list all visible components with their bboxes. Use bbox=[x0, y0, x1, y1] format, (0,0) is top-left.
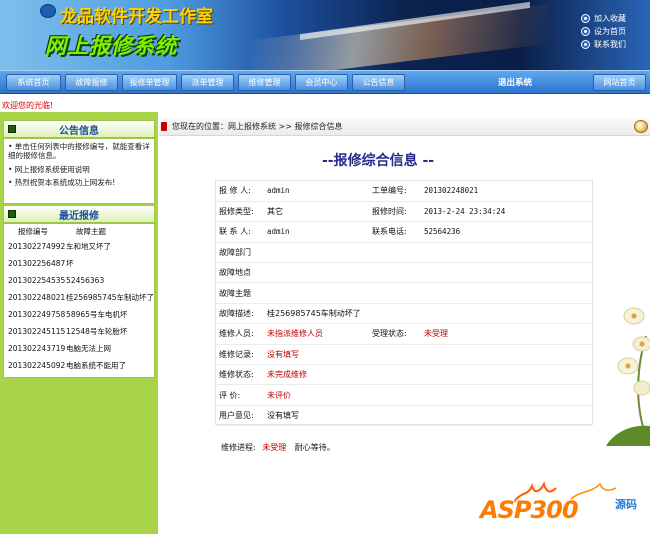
field-label: 维修状态: bbox=[216, 364, 267, 386]
recent-row[interactable]: 201302274992 车和地又坏了 bbox=[4, 238, 154, 255]
field-label: 故障部门 bbox=[216, 242, 267, 264]
recent-list: 报修编号 故障主题 201302274992 车和地又坏了 20130225648… bbox=[3, 223, 155, 378]
field-label: 维修人员: bbox=[216, 323, 267, 345]
field-label: 受理状态: bbox=[372, 323, 424, 345]
field-label: 用户意见: bbox=[216, 405, 267, 427]
subject-value bbox=[267, 282, 592, 304]
rating-value: 未评价 bbox=[267, 384, 592, 406]
repair-status-value: 未完成维修 bbox=[267, 364, 592, 386]
contact-us-link[interactable]: 联系我们 bbox=[582, 38, 626, 51]
detail-table: 报 修 人: admin 工单编号: 201302248021 报修类型: 其它… bbox=[216, 181, 592, 427]
header-banner: 龙品软件开发工作室 网上报修系统 加入收藏 设为首页 联系我们 bbox=[0, 0, 650, 70]
column-header: 故障主题 bbox=[76, 226, 107, 236]
field-label: 故障地点 bbox=[216, 262, 267, 284]
bullet-icon bbox=[582, 41, 589, 48]
nav-dispatch-manage[interactable]: 派单管理 bbox=[181, 74, 234, 91]
section-icon bbox=[8, 125, 16, 133]
record-value: 没有填写 bbox=[267, 344, 592, 366]
nav-fault-report[interactable]: 故障报修 bbox=[65, 74, 118, 91]
progress-status: 未受理 bbox=[262, 443, 287, 452]
notice-item[interactable]: • 单击任何列表中的报修编号，就能查看详细的报修信息。 bbox=[8, 142, 152, 160]
set-homepage-link[interactable]: 设为首页 bbox=[582, 25, 626, 38]
sidebar: 公告信息 • 单击任何列表中的报修编号，就能查看详细的报修信息。 • 网上报修系… bbox=[0, 112, 158, 534]
column-header: 报修编号 bbox=[18, 226, 48, 236]
description-value: 桂256985745车制动坏了 bbox=[267, 303, 592, 325]
recent-table: 报修编号 故障主题 201302274992 车和地又坏了 20130225648… bbox=[4, 224, 154, 374]
system-title: 网上报修系统 bbox=[45, 34, 177, 58]
recent-row[interactable]: 201302254535 52456363 bbox=[4, 272, 154, 289]
watermark-text: ASP300 bbox=[480, 496, 579, 524]
watermark: ASP300 源码 bbox=[480, 478, 648, 534]
recent-row[interactable]: 201302256487 坏 bbox=[4, 255, 154, 272]
nav-repair-manage[interactable]: 维修管理 bbox=[238, 74, 291, 91]
section-icon bbox=[8, 210, 16, 218]
type-value: 其它 bbox=[267, 201, 372, 223]
page-title: --报修综合信息 -- bbox=[322, 153, 435, 169]
field-label: 故障主题 bbox=[216, 282, 267, 304]
quicklinks: 加入收藏 设为首页 联系我们 bbox=[582, 12, 626, 51]
welcome-text: 欢迎您的光临! bbox=[2, 101, 54, 110]
recent-row[interactable]: 201302245092 电脑系统不能用了 bbox=[4, 357, 154, 374]
field-label: 联系电话: bbox=[372, 221, 424, 243]
field-label: 报修时间: bbox=[372, 201, 424, 223]
home-icon[interactable] bbox=[634, 120, 648, 133]
add-favorite-link[interactable]: 加入收藏 bbox=[582, 12, 626, 25]
logout-link[interactable]: 退出系统 bbox=[498, 76, 532, 88]
time-value: 2013-2-24 23:34:24 bbox=[424, 201, 592, 223]
reporter-value: admin bbox=[267, 181, 372, 202]
location-pin-icon bbox=[161, 122, 167, 131]
recent-row[interactable]: 201302249758 58965号车电机坏 bbox=[4, 306, 154, 323]
repair-progress: 维修进程: 未受理 耐心等待。 bbox=[221, 442, 335, 453]
field-label: 故障描述: bbox=[216, 303, 267, 325]
notice-list: • 单击任何列表中的报修编号，就能查看详细的报修信息。 • 网上报修系统使用说明… bbox=[3, 138, 155, 204]
recent-row[interactable]: 201302248021 桂256985745车制动坏了 bbox=[4, 289, 154, 306]
recent-row[interactable]: 201302243719 电脑无法上网 bbox=[4, 340, 154, 357]
bullet-icon bbox=[582, 15, 589, 22]
progress-label: 维修进程: bbox=[221, 443, 256, 452]
orchid-decoration bbox=[606, 307, 650, 446]
field-label: 维修记录: bbox=[216, 344, 267, 366]
technician-value: 未指派维修人员 bbox=[267, 323, 372, 345]
notice-item[interactable]: • 热烈祝贺本系统成功上网发布! bbox=[8, 178, 152, 187]
recent-header: 最近报修 bbox=[3, 205, 155, 223]
bullet-icon bbox=[582, 28, 589, 35]
field-label: 工单编号: bbox=[372, 181, 424, 202]
opinion-value: 没有填写 bbox=[267, 405, 592, 427]
watermark-sub: 源码 bbox=[615, 498, 637, 511]
dept-value bbox=[267, 242, 592, 264]
breadcrumb-text: 您现在的位置：网上报修系统 >> 报修综合信息 bbox=[172, 122, 343, 131]
contact-value: admin bbox=[267, 221, 372, 243]
light-trail-decoration bbox=[250, 3, 550, 70]
phone-value: 52564236 bbox=[424, 221, 592, 243]
notice-item[interactable]: • 网上报修系统使用说明 bbox=[8, 165, 152, 174]
field-label: 评 价: bbox=[216, 384, 267, 406]
notice-header: 公告信息 bbox=[3, 120, 155, 138]
progress-note: 耐心等待。 bbox=[294, 443, 335, 452]
field-label: 联 系 人: bbox=[216, 221, 267, 243]
main-nav: 系统首页 故障报修 报修单管理 派单管理 维修管理 会员中心 公告信息 退出系统… bbox=[0, 70, 650, 94]
field-label: 报修类型: bbox=[216, 201, 267, 223]
nav-ticket-manage[interactable]: 报修单管理 bbox=[122, 74, 177, 91]
nav-site-home[interactable]: 网站首页 bbox=[593, 74, 646, 91]
field-label: 报 修 人: bbox=[216, 181, 267, 202]
company-name: 龙品软件开发工作室 bbox=[60, 7, 213, 27]
studio-logo-icon bbox=[40, 4, 56, 18]
accept-status-value: 未受理 bbox=[424, 323, 592, 345]
recent-row[interactable]: 201302245115 12548号车轮胎坏 bbox=[4, 323, 154, 340]
nav-announcements[interactable]: 公告信息 bbox=[352, 74, 405, 91]
nav-member-center[interactable]: 会员中心 bbox=[295, 74, 348, 91]
nav-system-home[interactable]: 系统首页 bbox=[6, 74, 61, 91]
location-value bbox=[267, 262, 592, 284]
breadcrumb: 您现在的位置：网上报修系统 >> 报修综合信息 bbox=[159, 118, 650, 136]
ticket-no-value: 201302248021 bbox=[424, 181, 592, 202]
